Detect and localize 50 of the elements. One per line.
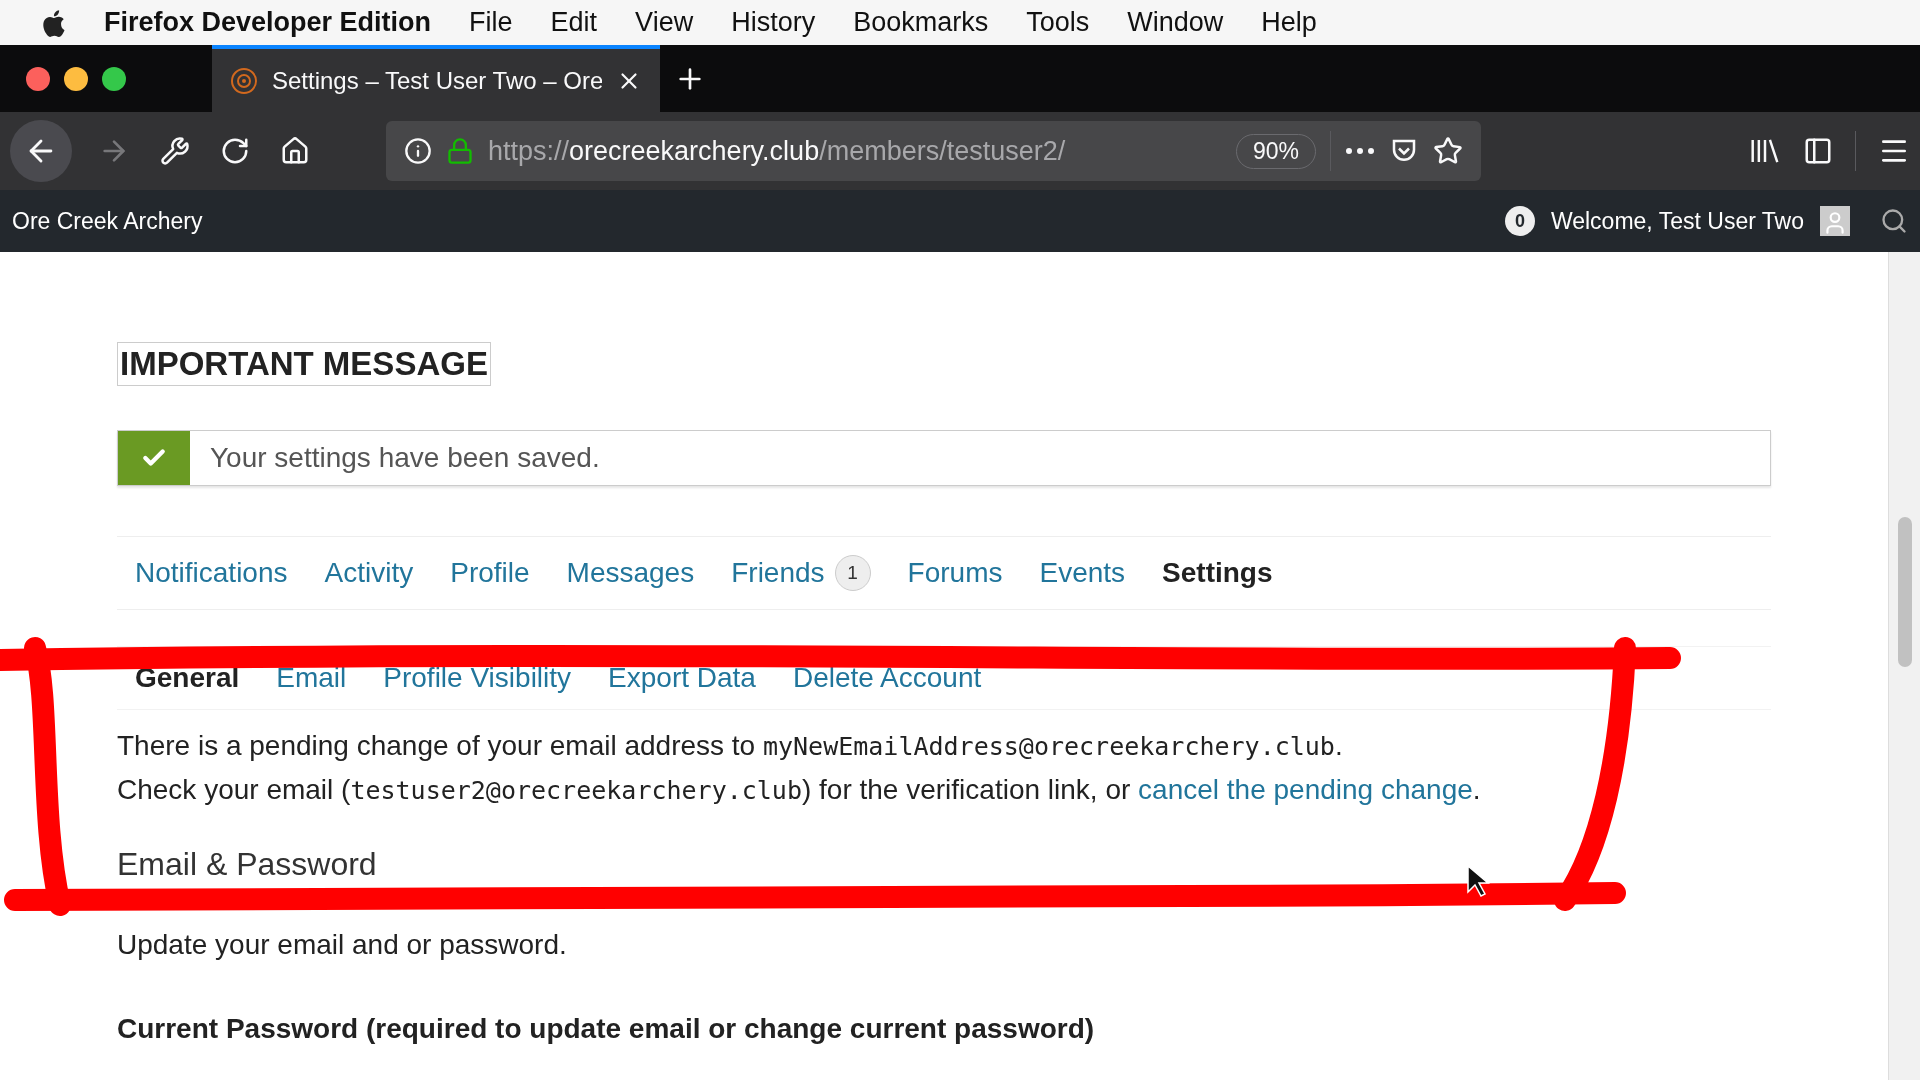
- subnav-tab[interactable]: Delete Account: [792, 662, 982, 694]
- menu-item[interactable]: Tools: [1026, 7, 1090, 38]
- more-icon[interactable]: [1345, 147, 1375, 155]
- minimize-window-icon[interactable]: [64, 66, 88, 91]
- menu-item[interactable]: Help: [1261, 7, 1317, 38]
- close-window-icon[interactable]: [26, 66, 50, 91]
- pending-change-text: Check your email (testuser2@orecreekarchery.club) for the verification link, or cancel the pending change.: [117, 773, 1482, 807]
- zoom-window-icon[interactable]: [102, 66, 126, 91]
- app-name[interactable]: Firefox Developer Edition: [104, 7, 432, 38]
- sidebar-icon[interactable]: [1803, 136, 1833, 166]
- nav-tab[interactable]: Friends 1: [731, 555, 871, 591]
- scrollbar-thumb[interactable]: [1897, 517, 1912, 667]
- address-bar[interactable]: https://orecreekarchery.club/members/testuser2/ 90%: [386, 121, 1481, 181]
- site-title[interactable]: Ore Creek Archery: [12, 207, 203, 235]
- menu-item[interactable]: Bookmarks: [853, 7, 989, 38]
- nav-tab[interactable]: Activity: [324, 557, 414, 589]
- section-title: Email & Password: [117, 846, 377, 883]
- lock-icon: [446, 137, 474, 165]
- notification-count[interactable]: 0: [1504, 206, 1535, 236]
- nav-tab[interactable]: Notifications: [135, 557, 288, 589]
- menu-item[interactable]: History: [731, 7, 816, 38]
- subnav-tab[interactable]: Email: [276, 662, 347, 694]
- message-heading: IMPORTANT MESSAGE: [117, 342, 491, 386]
- menu-item[interactable]: View: [635, 7, 694, 38]
- nav-tab[interactable]: Settings: [1162, 557, 1273, 589]
- pending-change-text: There is a pending change of your email address to myNewEmailAddress@orecreekarchery.club.: [117, 729, 1344, 763]
- section-text: Update your email and or password.: [117, 929, 568, 961]
- menu-item[interactable]: File: [469, 7, 513, 38]
- menu-item[interactable]: Window: [1127, 7, 1224, 38]
- subnav-tab[interactable]: General: [135, 662, 240, 694]
- subnav-tab[interactable]: Export Data: [608, 662, 756, 694]
- url-text: https://orecreekarchery.club/members/testuser2/: [488, 135, 1067, 167]
- nav-tab[interactable]: Profile: [450, 557, 530, 589]
- cancel-link[interactable]: cancel the pending change: [1138, 774, 1473, 805]
- search-icon[interactable]: [1880, 207, 1908, 235]
- notice-text: Your settings have been saved.: [209, 442, 600, 474]
- nav-tab[interactable]: Messages: [566, 557, 695, 589]
- menu-item[interactable]: Edit: [550, 7, 598, 38]
- field-label: Current Password (required to update email or change current password): [117, 1013, 1096, 1045]
- bookmark-star-icon[interactable]: [1433, 136, 1463, 166]
- nav-tab[interactable]: Events: [1039, 557, 1126, 589]
- nav-tab[interactable]: Forums: [907, 557, 1003, 589]
- check-icon: [118, 431, 190, 485]
- subnav-tab[interactable]: Profile Visibility: [383, 662, 572, 694]
- info-icon[interactable]: [404, 137, 432, 165]
- count-badge: 1: [834, 555, 871, 591]
- target-favicon-icon: [230, 66, 258, 95]
- browser-tab[interactable]: Settings – Test User Two – Ore: [212, 45, 660, 112]
- cursor-icon: [1467, 864, 1491, 897]
- welcome-text[interactable]: Welcome, Test User Two: [1550, 207, 1804, 235]
